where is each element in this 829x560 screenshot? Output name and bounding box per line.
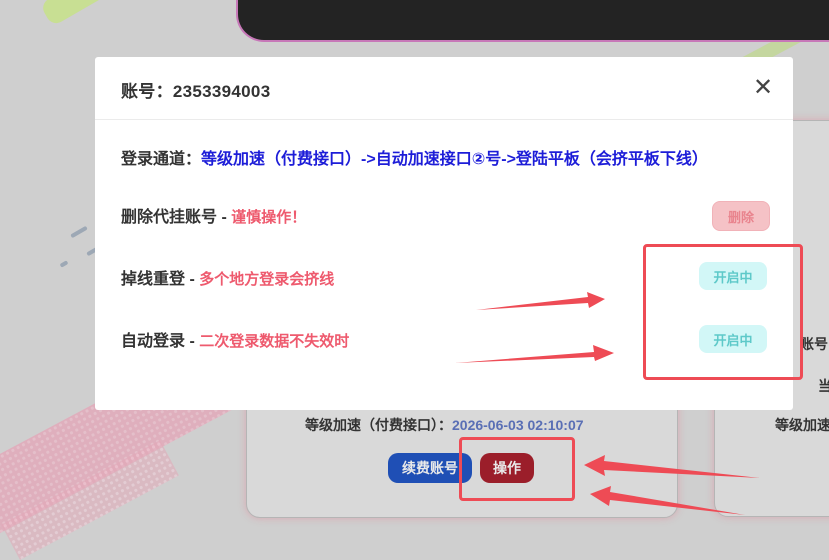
annotation-arrow xyxy=(584,455,760,478)
annotation-arrow xyxy=(476,292,605,310)
annotation-arrow xyxy=(590,486,745,515)
annotation-arrow xyxy=(455,345,614,363)
annotation-arrows xyxy=(455,292,760,515)
